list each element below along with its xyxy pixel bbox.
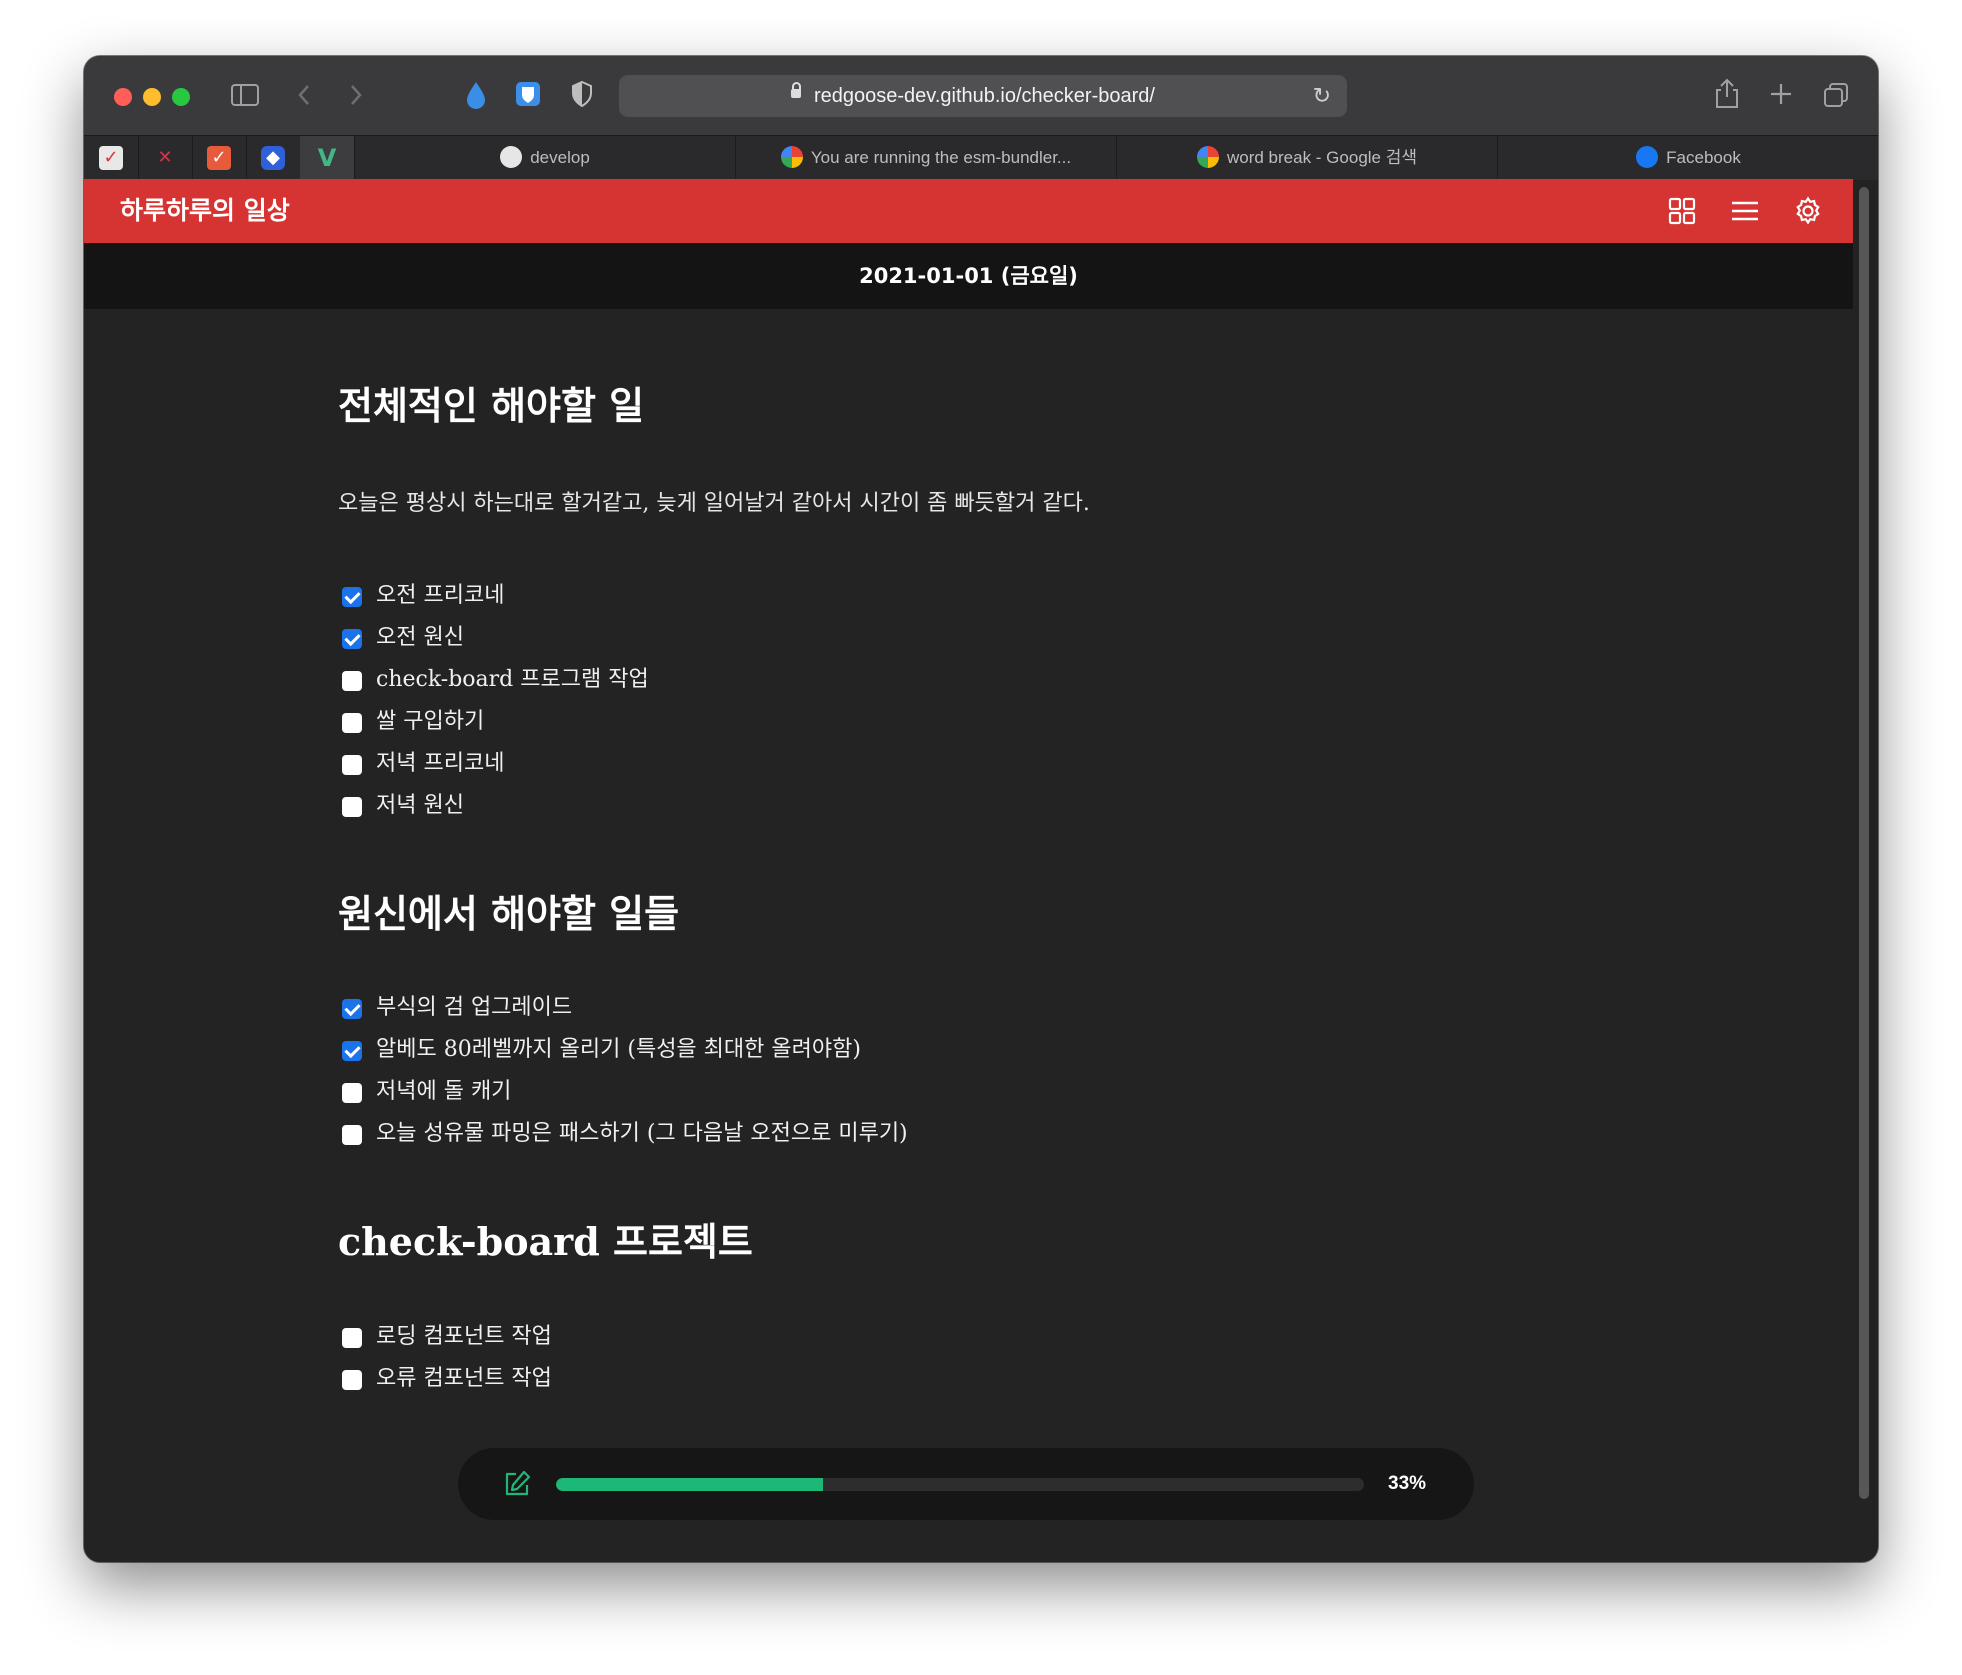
section-heading-1: 전체적인 해야할 일	[338, 383, 645, 428]
section-heading-2: 원신에서 해야할 일들	[338, 891, 680, 936]
progress-bar: 33%	[458, 1448, 1474, 1520]
check-item[interactable]: 저녁 원신	[342, 785, 649, 827]
scrollbar[interactable]	[1859, 187, 1869, 1499]
checkbox[interactable]	[342, 1125, 362, 1145]
gear-icon[interactable]	[1793, 196, 1823, 226]
tab-word-break[interactable]: word break - Google 검색	[1116, 136, 1497, 180]
check-item-label: 오전 프리코네	[376, 583, 505, 608]
minimize-window-button[interactable]	[143, 88, 161, 106]
cube-app-icon: ◆	[261, 146, 285, 170]
browser-toolbar: redgoose-dev.github.io/checker-board/ ↻	[84, 56, 1878, 135]
app-title[interactable]: 하루하루의 일상	[120, 179, 290, 243]
facebook-icon	[1636, 145, 1659, 168]
check-item-label: 저녁에 돌 캐기	[376, 1079, 512, 1104]
checkbox[interactable]	[342, 1328, 362, 1348]
check-item-label: 저녁 프리코네	[376, 751, 505, 776]
section-description: 오늘은 평상시 하는대로 할거같고, 늦게 일어날거 같아서 시간이 좀 빠듯할…	[338, 491, 1090, 516]
check-item-label: 알베도 80레벨까지 올리기 (특성을 최대한 올려야함)	[376, 1037, 861, 1062]
address-bar[interactable]: redgoose-dev.github.io/checker-board/ ↻	[619, 75, 1347, 117]
browser-window: redgoose-dev.github.io/checker-board/ ↻ …	[84, 56, 1878, 1562]
check-item-label: 오류 컴포넌트 작업	[376, 1366, 552, 1391]
check-item-label: 오전 원신	[376, 625, 464, 650]
checkbox[interactable]	[342, 629, 362, 649]
tab-facebook[interactable]: Facebook	[1497, 136, 1878, 180]
checkbox[interactable]	[342, 1370, 362, 1390]
pinned-tab-vue[interactable]: V	[300, 136, 355, 180]
privacy-shield-icon[interactable]	[570, 80, 594, 108]
checkbox[interactable]	[342, 671, 362, 691]
check-item[interactable]: 쌀 구입하기	[342, 701, 649, 743]
close-window-button[interactable]	[114, 88, 132, 106]
checkbox[interactable]	[342, 1083, 362, 1103]
vue-icon: V	[317, 144, 337, 172]
tab-label: develop	[530, 148, 590, 167]
tab-label: word break - Google 검색	[1226, 148, 1418, 167]
tab-develop[interactable]: develop	[354, 136, 735, 180]
zoom-window-button[interactable]	[172, 88, 190, 106]
check-item-label: 로딩 컴포넌트 작업	[376, 1324, 552, 1349]
checklist-3: 로딩 컴포넌트 작업 오류 컴포넌트 작업	[342, 1316, 552, 1400]
check-item-label: 쌀 구입하기	[376, 709, 485, 734]
tab-overview-icon[interactable]	[1822, 81, 1850, 109]
check-item[interactable]: 오늘 성유물 파밍은 패스하기 (그 다음날 오전으로 미루기)	[342, 1113, 908, 1155]
reload-icon[interactable]: ↻	[1313, 75, 1331, 117]
checkbox[interactable]	[342, 713, 362, 733]
bird-app-icon: ✕	[157, 147, 173, 168]
grid-icon[interactable]	[1667, 196, 1697, 226]
checkbox[interactable]	[342, 1041, 362, 1061]
sidebar-toggle-icon[interactable]	[230, 83, 260, 107]
check-item[interactable]: 오전 프리코네	[342, 575, 649, 617]
back-icon[interactable]	[296, 83, 312, 107]
menu-icon[interactable]	[1730, 196, 1760, 226]
check-item[interactable]: 부식의 검 업그레이드	[342, 987, 908, 1029]
edit-icon[interactable]	[502, 1469, 532, 1499]
check-item-label: 부식의 검 업그레이드	[376, 995, 573, 1020]
url-text: redgoose-dev.github.io/checker-board/	[814, 85, 1155, 107]
checklist-2: 부식의 검 업그레이드 알베도 80레벨까지 올리기 (특성을 최대한 올려야함…	[342, 987, 908, 1155]
check-item[interactable]: 저녁에 돌 캐기	[342, 1071, 908, 1113]
check-item-label: 오늘 성유물 파밍은 패스하기 (그 다음날 오전으로 미루기)	[376, 1121, 908, 1146]
checkbox[interactable]	[342, 797, 362, 817]
tab-label: You are running the esm-bundler...	[810, 148, 1072, 167]
date-bar: 2021-01-01 (금요일)	[84, 243, 1853, 309]
checklist-1: 오전 프리코네 오전 원신 check-board 프로그램 작업 쌀 구입하기…	[342, 575, 649, 827]
section-heading-3: check-board 프로젝트	[338, 1219, 753, 1264]
check-item[interactable]: 오류 컴포넌트 작업	[342, 1358, 552, 1400]
forward-icon[interactable]	[348, 83, 364, 107]
mail-app-icon: ✓	[99, 146, 123, 170]
share-icon[interactable]	[1714, 76, 1740, 110]
google-icon	[1196, 145, 1219, 168]
pinned-tab-4[interactable]: ◆	[246, 136, 301, 180]
bitwarden-extension-icon[interactable]	[514, 80, 542, 108]
check-item[interactable]: 오전 원신	[342, 617, 649, 659]
google-icon	[780, 145, 803, 168]
check-item[interactable]: 저녁 프리코네	[342, 743, 649, 785]
pinned-tab-1[interactable]: ✓	[84, 136, 139, 180]
progress-percent: 33%	[1388, 1473, 1427, 1494]
checkbox[interactable]	[342, 999, 362, 1019]
tab-label: Facebook	[1666, 148, 1741, 167]
note-app-icon: ✓	[207, 146, 231, 170]
lock-icon	[791, 82, 801, 98]
check-item[interactable]: 알베도 80레벨까지 올리기 (특성을 최대한 올려야함)	[342, 1029, 908, 1071]
progress-fill	[556, 1478, 823, 1491]
tab-bar: ✓ ✕ ✓ ◆ V develop You are running the es…	[84, 135, 1878, 180]
drop-extension-icon[interactable]	[464, 80, 488, 110]
check-item[interactable]: 로딩 컴포넌트 작업	[342, 1316, 552, 1358]
new-tab-icon[interactable]	[1769, 82, 1793, 106]
check-item[interactable]: check-board 프로그램 작업	[342, 659, 649, 701]
tab-esm-bundler[interactable]: You are running the esm-bundler...	[735, 136, 1116, 180]
app-header: 하루하루의 일상	[84, 179, 1853, 243]
github-icon	[500, 145, 523, 168]
check-item-label: 저녁 원신	[376, 793, 464, 818]
checkbox[interactable]	[342, 587, 362, 607]
checkbox[interactable]	[342, 755, 362, 775]
check-item-label: check-board 프로그램 작업	[376, 667, 649, 692]
pinned-tab-3[interactable]: ✓	[192, 136, 247, 180]
progress-track	[556, 1478, 1364, 1491]
pinned-tab-2[interactable]: ✕	[138, 136, 193, 180]
